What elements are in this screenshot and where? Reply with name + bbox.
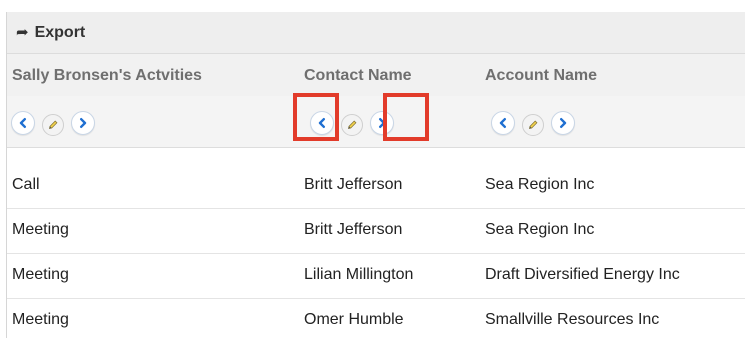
move-column-left-button[interactable] [11,111,35,135]
highlight-box-right-arrow [383,93,429,141]
top-cut-off-heading [0,0,745,10]
column-header-account-name[interactable]: Account Name [485,67,597,85]
column-controls-row [7,96,745,148]
edit-column-button[interactable] [341,114,363,136]
table-row[interactable]: Meeting Britt Jefferson Sea Region Inc [7,209,745,254]
table-row[interactable]: Meeting Lilian Millington Draft Diversif… [7,254,745,299]
column-controls-account-name [491,110,575,136]
column-header-activities[interactable]: Sally Bronsen's Actvities [12,67,202,85]
list-panel: ➦ Export Sally Bronsen's Actvities Conta… [6,12,745,338]
export-toolbar: ➦ Export [7,12,745,54]
chevron-right-icon [560,118,567,128]
account-name-cell: Smallville Resources Inc [485,311,660,328]
edit-column-button[interactable] [42,114,64,136]
pencil-icon [48,120,58,130]
account-name-cell: Sea Region Inc [485,176,595,193]
account-name-cell: Draft Diversified Energy Inc [485,266,680,283]
chevron-right-icon [80,118,87,128]
activity-cell: Meeting [12,311,69,328]
activity-cell: Call [12,176,40,193]
account-name-cell: Sea Region Inc [485,221,595,238]
pencil-icon [528,120,538,130]
column-controls-activities [11,110,95,136]
activity-cell: Meeting [12,221,69,238]
chevron-left-icon [19,118,26,128]
chevron-left-icon [499,118,506,128]
contact-name-cell: Omer Humble [304,311,404,328]
contact-name-cell: Britt Jefferson [304,221,403,238]
table-row[interactable]: Meeting Omer Humble Smallville Resources… [7,299,745,338]
activity-cell: Meeting [12,266,69,283]
column-header-contact-name[interactable]: Contact Name [304,67,412,85]
move-column-left-button[interactable] [491,111,515,135]
move-column-right-button[interactable] [551,111,575,135]
contact-name-cell: Lilian Millington [304,266,414,283]
pencil-icon [347,120,357,130]
export-button[interactable]: Export [35,24,86,42]
contact-name-cell: Britt Jefferson [304,176,403,193]
move-column-right-button[interactable] [71,111,95,135]
edit-column-button[interactable] [522,114,544,136]
table-row[interactable]: Call Britt Jefferson Sea Region Inc [7,164,745,209]
arrow-right-icon[interactable]: ➦ [16,25,29,40]
highlight-box-left-arrow [293,93,339,141]
